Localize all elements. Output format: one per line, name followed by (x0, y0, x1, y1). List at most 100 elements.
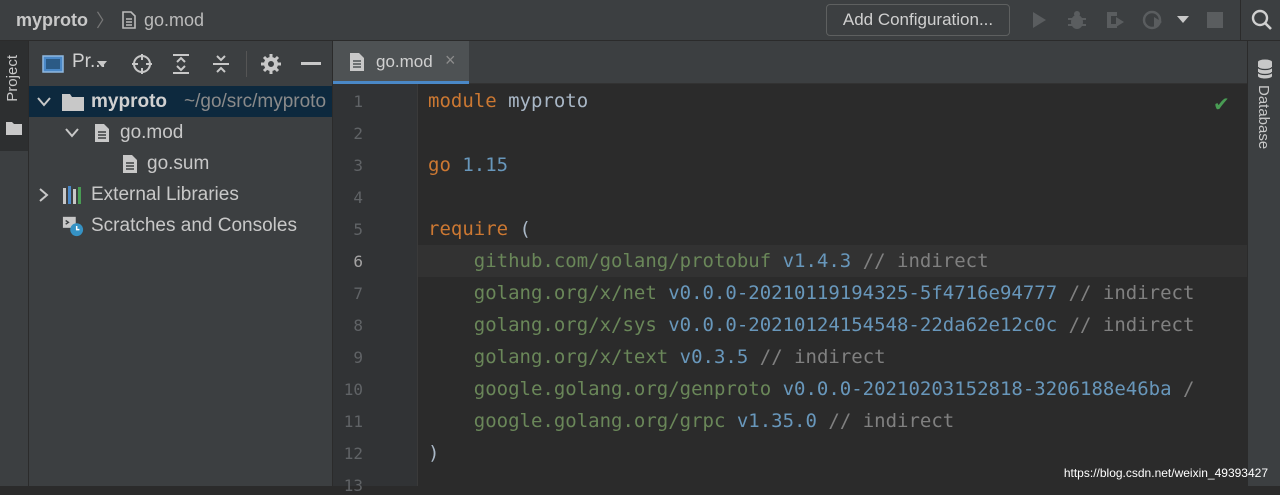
line-number-gutter: 1 2 3 4 5 6 7 8 9 10 11 12 13 (333, 84, 418, 495)
code-token: // indirect (1068, 282, 1195, 304)
code-line: ) (428, 437, 439, 469)
run-icon[interactable] (1027, 8, 1051, 32)
folder-icon (62, 91, 84, 113)
chevron-down-icon[interactable] (95, 58, 109, 70)
code-line: go 1.15 (428, 149, 508, 181)
toolbar-divider (246, 51, 247, 77)
code-token: v1.35.0 (736, 410, 829, 432)
chevron-right-icon[interactable] (37, 187, 51, 202)
database-icon (1257, 59, 1273, 84)
code-line: google.golang.org/grpc v1.35.0 // indire… (428, 405, 954, 437)
search-icon[interactable] (1250, 8, 1274, 32)
code-token: 1.15 (462, 154, 509, 176)
line-number: 12 (343, 444, 363, 463)
locate-icon[interactable] (130, 52, 154, 76)
code-token: v0.0.0-20210203152818-3206188e46ba (782, 378, 1183, 400)
tab-label: go.mod (376, 52, 433, 71)
code-token: myproto (508, 90, 589, 112)
editor-tab-bar: go.mod × (333, 41, 1247, 84)
code-token: v0.0.0-20210124154548-22da62e12c0c (668, 314, 1069, 336)
code-token: // indirect (759, 346, 886, 368)
file-icon (122, 11, 136, 29)
file-icon (91, 122, 113, 144)
code-token: // indirect (1068, 314, 1195, 336)
line-number: 7 (353, 284, 363, 303)
code-token: go (428, 154, 463, 176)
file-icon (349, 52, 365, 77)
code-token: google.golang.org/genproto (428, 378, 783, 400)
tree-item-label: go.mod (120, 121, 184, 143)
line-number: 4 (353, 188, 363, 207)
tree-item-path: ~/go/src/myproto (184, 90, 327, 112)
line-number: 1 (353, 92, 363, 111)
add-configuration-button[interactable]: Add Configuration... (826, 4, 1010, 36)
watermark: https://blog.csdn.net/weixin_49393427 (1063, 466, 1268, 480)
code-token: ( (519, 218, 531, 240)
code-token: // indirect (862, 250, 989, 272)
breadcrumb-project[interactable]: myproto (16, 10, 88, 31)
code-token: golang.org/x/sys (428, 314, 669, 336)
collapse-all-icon[interactable] (209, 52, 233, 76)
database-tool-tab[interactable]: Database (1255, 85, 1272, 149)
code-token: golang.org/x/net (428, 282, 669, 304)
coverage-icon[interactable] (1103, 8, 1127, 32)
tree-item-label: myproto (91, 90, 167, 112)
tree-item-external-libraries[interactable]: External Libraries (29, 179, 332, 210)
chevron-down-icon[interactable] (65, 126, 79, 140)
code-token: github.com/golang/protobuf (428, 250, 783, 272)
line-number: 3 (353, 156, 363, 175)
breadcrumb-file[interactable]: go.mod (144, 10, 204, 31)
chevron-down-icon[interactable] (37, 95, 51, 109)
chevron-down-icon[interactable] (1173, 8, 1193, 32)
right-tool-strip: Database (1247, 41, 1280, 486)
code-line: golang.org/x/text v0.3.5 // indirect (428, 341, 886, 373)
gear-icon[interactable] (259, 52, 283, 76)
check-icon: ✔ (1213, 94, 1230, 116)
code-content[interactable]: module myproto go 1.15 require ( github.co… (418, 84, 1247, 486)
expand-all-icon[interactable] (169, 52, 193, 76)
breadcrumb-separator: 〉 (96, 11, 114, 31)
code-token: v0.3.5 (679, 346, 760, 368)
code-line: require ( (428, 213, 531, 245)
tree-item-go-mod[interactable]: go.mod (29, 117, 332, 148)
project-view-icon (41, 52, 65, 76)
breadcrumb: myproto 〉 go.mod (16, 0, 204, 40)
code-token: ) (428, 442, 440, 464)
line-number: 2 (353, 124, 363, 143)
tree-item-scratches[interactable]: Scratches and Consoles (29, 210, 332, 241)
line-number: 11 (343, 412, 363, 431)
file-icon (119, 153, 141, 175)
code-line: golang.org/x/sys v0.0.0-20210124154548-2… (428, 309, 1195, 341)
code-line: golang.org/x/net v0.0.0-20210119194325-5… (428, 277, 1195, 309)
project-panel-toolbar: Pr... (29, 41, 332, 85)
tree-item-label: go.sum (147, 152, 210, 174)
stop-icon[interactable] (1203, 8, 1227, 32)
top-toolbar: myproto 〉 go.mod Add Configuration... (0, 0, 1280, 41)
profile-icon[interactable] (1141, 8, 1165, 32)
code-token: require (428, 218, 520, 240)
toolbar-divider (1240, 0, 1241, 40)
tab-go-mod[interactable]: go.mod × (333, 41, 469, 84)
close-icon[interactable]: × (445, 50, 456, 71)
code-token: // indirect (828, 410, 955, 432)
code-token: v1.4.3 (782, 250, 863, 272)
code-token: v0.0.0-20210119194325-5f4716e94777 (668, 282, 1069, 304)
editor-area: go.mod × 1 2 3 4 5 6 7 8 9 10 11 12 13 module myprot… (333, 41, 1247, 495)
debug-icon[interactable] (1065, 8, 1089, 32)
tree-item-label: Scratches and Consoles (91, 214, 297, 236)
project-tool-tab[interactable]: Project (0, 41, 28, 151)
tree-item-go-sum[interactable]: go.sum (29, 148, 332, 179)
code-token: golang.org/x/text (428, 346, 680, 368)
code-line: github.com/golang/protobuf v1.4.3 // ind… (428, 245, 989, 277)
project-panel: Pr... myproto ~/go/src/myproto go.mod go… (29, 41, 333, 486)
tree-item-myproto[interactable]: myproto ~/go/src/myproto (29, 86, 332, 117)
hide-icon[interactable] (299, 52, 323, 76)
line-number: 6 (353, 252, 363, 271)
line-number: 9 (353, 348, 363, 367)
folder-icon (6, 121, 22, 140)
project-tool-label: Project (4, 55, 21, 102)
code-token: / (1182, 378, 1195, 400)
left-tool-strip: Project (0, 41, 29, 486)
line-number: 8 (353, 316, 363, 335)
scratches-icon (62, 215, 84, 237)
